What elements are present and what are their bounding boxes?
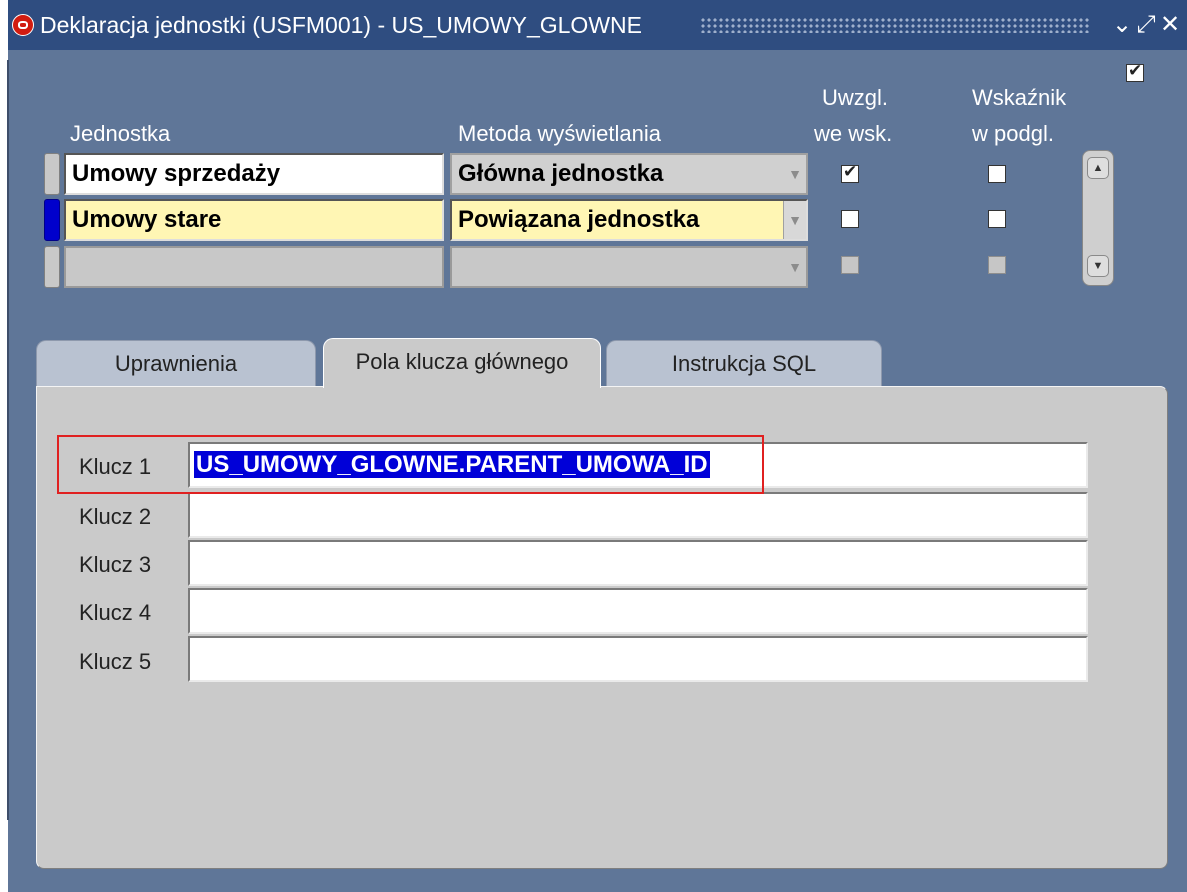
method-dropdown-value: Główna jednostka (458, 160, 664, 187)
row-selector[interactable] (44, 153, 60, 195)
oracle-icon (12, 14, 34, 36)
key-3-field[interactable] (188, 540, 1088, 586)
key-label: Klucz 4 (79, 600, 152, 625)
row-selector-current[interactable] (44, 199, 60, 241)
indicator-checkbox-disabled (988, 256, 1006, 274)
chevron-down-icon[interactable]: ▼ (784, 155, 806, 193)
include-checkbox[interactable] (841, 210, 859, 228)
header-checkbox[interactable] (1126, 61, 1144, 82)
key-label: Klucz 3 (79, 552, 152, 577)
chevron-down-icon[interactable]: ▼ (783, 201, 806, 239)
header-indicator-line1: Wskaźnik (972, 85, 1067, 110)
checkbox-icon (841, 256, 859, 274)
records-scrollbar[interactable]: ▲ ▼ (1082, 150, 1114, 286)
close-icon[interactable]: ✕ (1158, 12, 1182, 38)
key-label: Klucz 5 (79, 649, 152, 674)
checkbox-icon (988, 256, 1006, 274)
header-include-line1: Uwzgl. (822, 85, 889, 110)
method-dropdown-value: Powiązana jednostka (458, 206, 700, 233)
checkbox-icon[interactable] (988, 210, 1006, 228)
highlight-box (57, 435, 764, 494)
header-method: Metoda wyświetlania (458, 121, 661, 146)
title-grip (700, 17, 1090, 33)
header-indicator-line2: w podgl. (972, 121, 1054, 146)
row-selector[interactable] (44, 246, 60, 288)
method-dropdown[interactable]: Główna jednostka ▼ (450, 153, 808, 195)
key-4-field[interactable] (188, 588, 1088, 634)
unit-field[interactable]: Umowy sprzedaży (64, 153, 444, 195)
arrow-down-icon[interactable]: ▼ (1087, 255, 1109, 277)
header-include-line2: we wsk. (814, 121, 893, 146)
window-title: Deklaracja jednostki (USFM001) - US_UMOW… (40, 12, 642, 38)
tab-uprawnienia[interactable]: Uprawnienia (36, 340, 316, 388)
checkbox-check-icon[interactable] (841, 162, 859, 183)
checkbox-icon[interactable] (841, 210, 859, 228)
key-label: Klucz 2 (79, 504, 152, 529)
tab-instrukcja-sql[interactable]: Instrukcja SQL (606, 340, 882, 388)
form-window: Deklaracja jednostki (USFM001) - US_UMOW… (0, 0, 1187, 892)
method-dropdown-current[interactable]: Powiązana jednostka ▼ (450, 199, 808, 241)
method-dropdown-empty[interactable]: ▼ (450, 246, 808, 288)
unit-field-empty[interactable] (64, 246, 444, 288)
minimize-icon[interactable]: ⌄ (1110, 12, 1134, 38)
arrow-up-icon[interactable]: ▲ (1087, 157, 1109, 179)
title-bar[interactable]: Deklaracja jednostki (USFM001) - US_UMOW… (0, 0, 1187, 50)
left-border-line (7, 60, 9, 820)
key-5-field[interactable] (188, 636, 1088, 682)
unit-field-current[interactable]: Umowy stare (64, 199, 444, 241)
maximize-icon[interactable]: ⤢ (1134, 12, 1158, 38)
checkbox-check-icon[interactable] (1126, 61, 1144, 82)
chevron-down-icon[interactable]: ▼ (784, 248, 806, 286)
checkbox-icon[interactable] (988, 165, 1006, 183)
tab-pola-klucza[interactable]: Pola klucza głównego (323, 338, 601, 388)
header-unit: Jednostka (70, 121, 171, 146)
include-checkbox[interactable] (841, 162, 859, 183)
key-2-field[interactable] (188, 492, 1088, 538)
indicator-checkbox[interactable] (988, 210, 1006, 228)
indicator-checkbox[interactable] (988, 165, 1006, 183)
include-checkbox-disabled (841, 256, 859, 274)
